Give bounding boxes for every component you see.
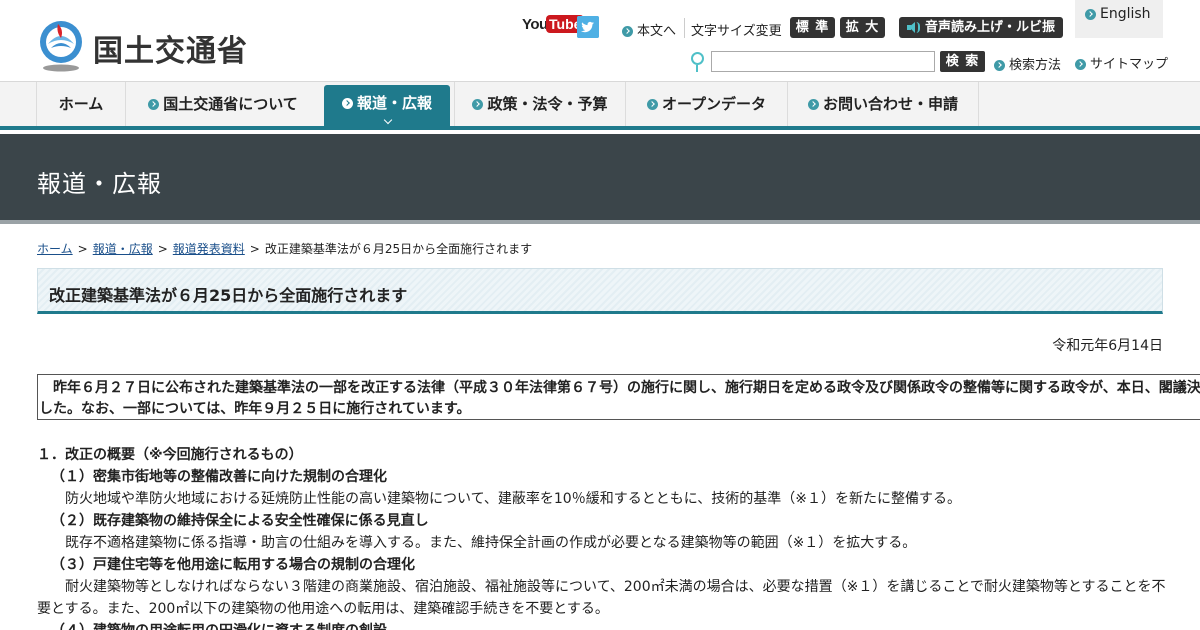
arrow-circle-icon (994, 60, 1005, 71)
youtube-you-text: You (522, 16, 548, 33)
skip-to-content-link[interactable]: 本文へ (622, 20, 676, 39)
arrow-circle-icon (1075, 59, 1086, 70)
breadcrumb-releases[interactable]: 報道発表資料 (173, 242, 245, 256)
section-title: 報道・広報 (37, 170, 162, 198)
chevron-down-icon (383, 115, 393, 125)
breadcrumb-separator: > (77, 242, 88, 256)
nav-item-label: 政策・法令・予算 (487, 95, 608, 113)
youtube-icon[interactable]: You Tube (522, 15, 585, 38)
logo-mark-icon (40, 21, 82, 72)
font-size-label: 文字サイズ変更 (691, 24, 782, 39)
item-heading: （３）戸建住宅等を他用途に転用する場合の規制の合理化 (51, 557, 415, 573)
arrow-circle-icon (807, 99, 819, 110)
item-text: 防火地域や準防火地域における延焼防止性能の高い建築物について、建蔽率を10％緩和… (65, 491, 962, 507)
page-title: 改正建築基準法が６月25日から全面施行されます (49, 286, 408, 305)
section-heading: １．改正の概要（※今回施行されるもの） (37, 447, 303, 463)
item-text: 耐火建築物等としなければならない３階建の商業施設、宿泊施設、福祉施設等について、… (37, 579, 1166, 617)
article-body: １．改正の概要（※今回施行されるもの） （１）密集市街地等の整備改善に向けた規制… (37, 444, 1167, 630)
nav-item-label: 報道・広報 (356, 94, 432, 112)
page-title-box: 改正建築基準法が６月25日から全面施行されます (37, 268, 1163, 314)
nav-item-contact[interactable]: お問い合わせ・申請 (787, 82, 979, 126)
global-nav: ホーム 国土交通省について 報道・広報 政策・法令・予算 オープンデータ お問い… (0, 82, 1200, 130)
sound-wave-icon (916, 22, 920, 33)
summary-box: 昨年６月２７日に公布された建築基準法の一部を改正する法律（平成３０年法律第６７号… (37, 374, 1200, 420)
nav-item-label: オープンデータ (661, 95, 767, 113)
site-header: 国土交通省 You Tube 本文へ 文字サイズ変更 標 準 拡 大 音声読み上… (0, 0, 1200, 82)
breadcrumb-press[interactable]: 報道・広報 (93, 242, 153, 256)
arrow-circle-icon (1085, 8, 1096, 20)
arrow-circle-icon (148, 99, 160, 110)
nav-item-label: 国土交通省について (163, 95, 298, 113)
nav-item-label: ホーム (58, 95, 104, 113)
nav-item-about[interactable]: 国土交通省について (125, 82, 320, 126)
font-large-button[interactable]: 拡 大 (840, 17, 885, 38)
speaker-icon (907, 22, 915, 33)
search-button[interactable]: 検 索 (940, 51, 985, 72)
search-method-link[interactable]: 検索方法 (994, 54, 1061, 73)
skip-to-content-label: 本文へ (637, 24, 677, 39)
item-heading: （１）密集市街地等の整備改善に向けた規制の合理化 (51, 469, 387, 485)
summary-line: した。なお、一部については、昨年９月２５日に施行されています。 (39, 401, 471, 417)
search-input[interactable] (711, 51, 935, 72)
voice-reading-button[interactable]: 音声読み上げ・ルビ振り (899, 17, 1063, 56)
arrow-circle-icon (646, 99, 658, 110)
nav-item-press[interactable]: 報道・広報 (324, 85, 450, 126)
twitter-icon[interactable] (577, 16, 599, 38)
search-pin-icon (690, 52, 704, 72)
sitemap-link[interactable]: サイトマップ (1075, 53, 1168, 72)
english-link[interactable]: English (1075, 0, 1163, 38)
nav-item-home[interactable]: ホーム (36, 82, 125, 126)
item-text: 既存不適格建築物に係る指導・助言の仕組みを導入する。また、維持保全計画の作成が必… (65, 535, 917, 551)
english-label: English (1100, 6, 1151, 22)
nav-item-policy[interactable]: 政策・法令・予算 (454, 82, 625, 126)
sitemap-label: サイトマップ (1090, 57, 1169, 72)
arrow-circle-icon (622, 26, 633, 37)
nav-item-label: お問い合わせ・申請 (822, 95, 958, 113)
breadcrumb: ホーム > 報道・広報 > 報道発表資料 > 改正建築基準法が６月25日から全面施行されます (37, 240, 532, 257)
publish-date: 令和元年6月14日 (1052, 338, 1163, 354)
divider (684, 18, 685, 38)
nav-item-opendata[interactable]: オープンデータ (625, 82, 787, 126)
item-heading: （４）建築物の用途転用の円滑化に資する制度の創設 (37, 620, 1167, 630)
breadcrumb-separator: > (249, 242, 260, 256)
breadcrumb-current: 改正建築基準法が６月25日から全面施行されます (264, 242, 533, 256)
arrow-circle-icon (341, 98, 353, 109)
breadcrumb-separator: > (157, 242, 168, 256)
logo-text: 国土交通省 (93, 34, 248, 69)
item-heading: （２）既存建築物の維持保全による安全性確保に係る見直し (51, 513, 429, 529)
summary-line: 昨年６月２７日に公布された建築基準法の一部を改正する法律（平成３０年法律第６７号… (39, 380, 1200, 396)
arrow-circle-icon (472, 99, 484, 110)
mlit-logo[interactable]: 国土交通省 (36, 20, 266, 74)
font-standard-button[interactable]: 標 準 (790, 17, 835, 38)
search-method-label: 検索方法 (1009, 58, 1062, 73)
section-banner: 報道・広報 (0, 134, 1200, 224)
breadcrumb-home[interactable]: ホーム (37, 242, 73, 256)
